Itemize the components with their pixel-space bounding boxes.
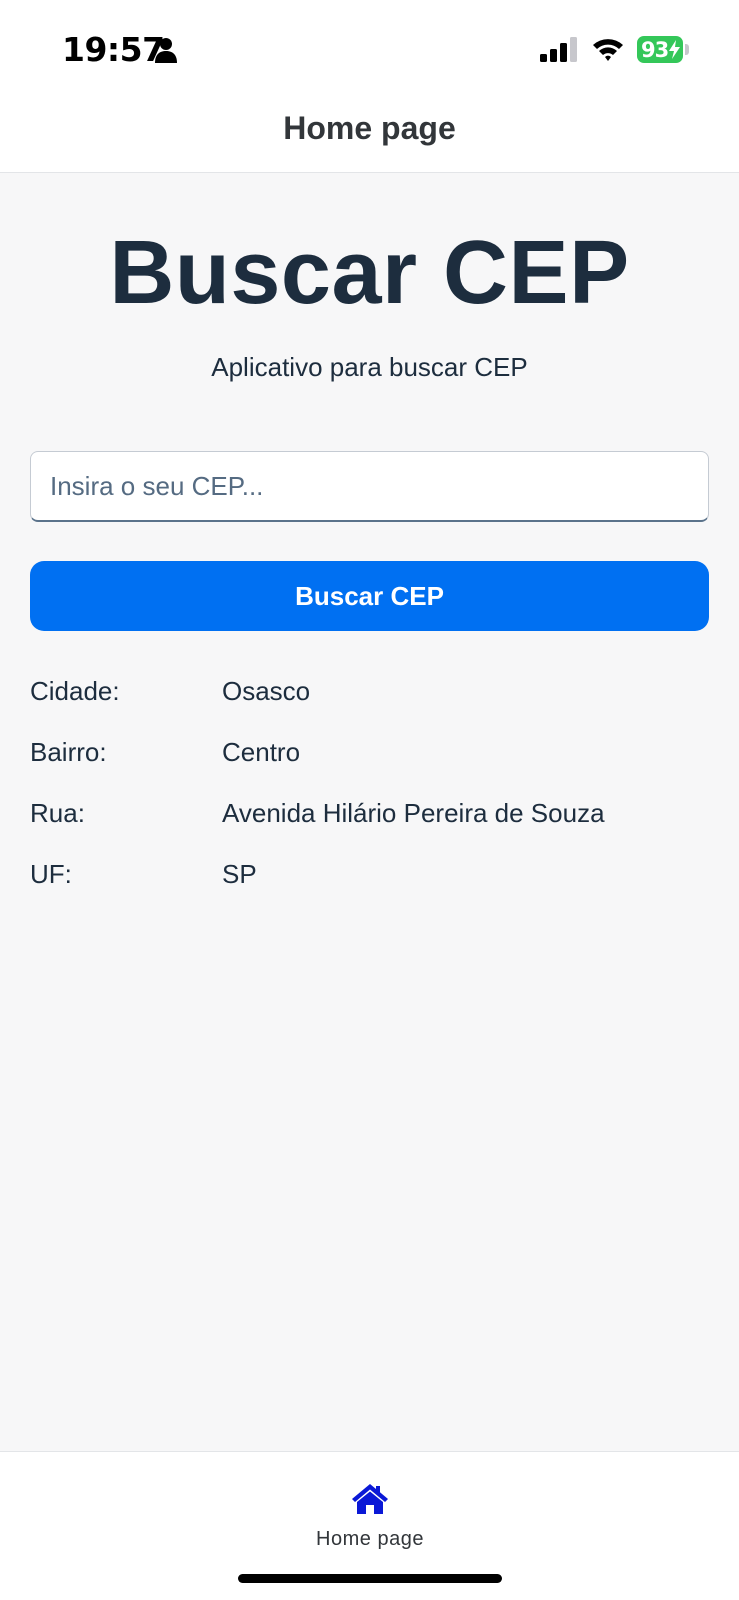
- result-value: Centro: [222, 737, 301, 767]
- result-row-cidade: Cidade: Osasco: [30, 676, 710, 712]
- wifi-icon: [593, 39, 623, 61]
- result-row-rua: Rua: Avenida Hilário Pereira de Souza: [30, 798, 710, 834]
- navigation-header: Home page: [0, 92, 739, 173]
- search-cep-button[interactable]: Buscar CEP: [30, 561, 709, 631]
- cep-input[interactable]: [30, 451, 709, 522]
- home-icon: [352, 1484, 388, 1514]
- result-value: Avenida Hilário Pereira de Souza: [222, 798, 605, 828]
- subtitle: Aplicativo para buscar CEP: [211, 352, 528, 382]
- battery-cap: [685, 44, 689, 55]
- tab-label: Home page: [316, 1528, 424, 1550]
- battery-percent: 93: [641, 38, 669, 62]
- result-label: UF:: [30, 859, 72, 889]
- battery-indicator: 93: [637, 36, 683, 63]
- result-row-bairro: Bairro: Centro: [30, 737, 710, 773]
- result-value: SP: [222, 859, 257, 889]
- status-time: 19:57: [62, 30, 165, 69]
- result-label: Cidade:: [30, 676, 120, 706]
- cellular-signal-icon: [540, 37, 577, 62]
- result-label: Bairro:: [30, 737, 107, 767]
- main-heading: Buscar CEP: [109, 223, 630, 323]
- tab-home-page[interactable]: Home page: [290, 1462, 450, 1552]
- person-icon: [155, 38, 177, 63]
- result-row-uf: UF: SP: [30, 859, 710, 895]
- result-label: Rua:: [30, 798, 85, 828]
- status-bar: 19:57 93: [0, 0, 739, 92]
- home-indicator[interactable]: [238, 1574, 502, 1583]
- result-value: Osasco: [222, 676, 311, 706]
- page-title: Home page: [283, 110, 456, 146]
- app-screen: 19:57 93 Home page Buscar CEP Aplicativo…: [0, 0, 739, 1600]
- charging-bolt-icon: [669, 40, 680, 59]
